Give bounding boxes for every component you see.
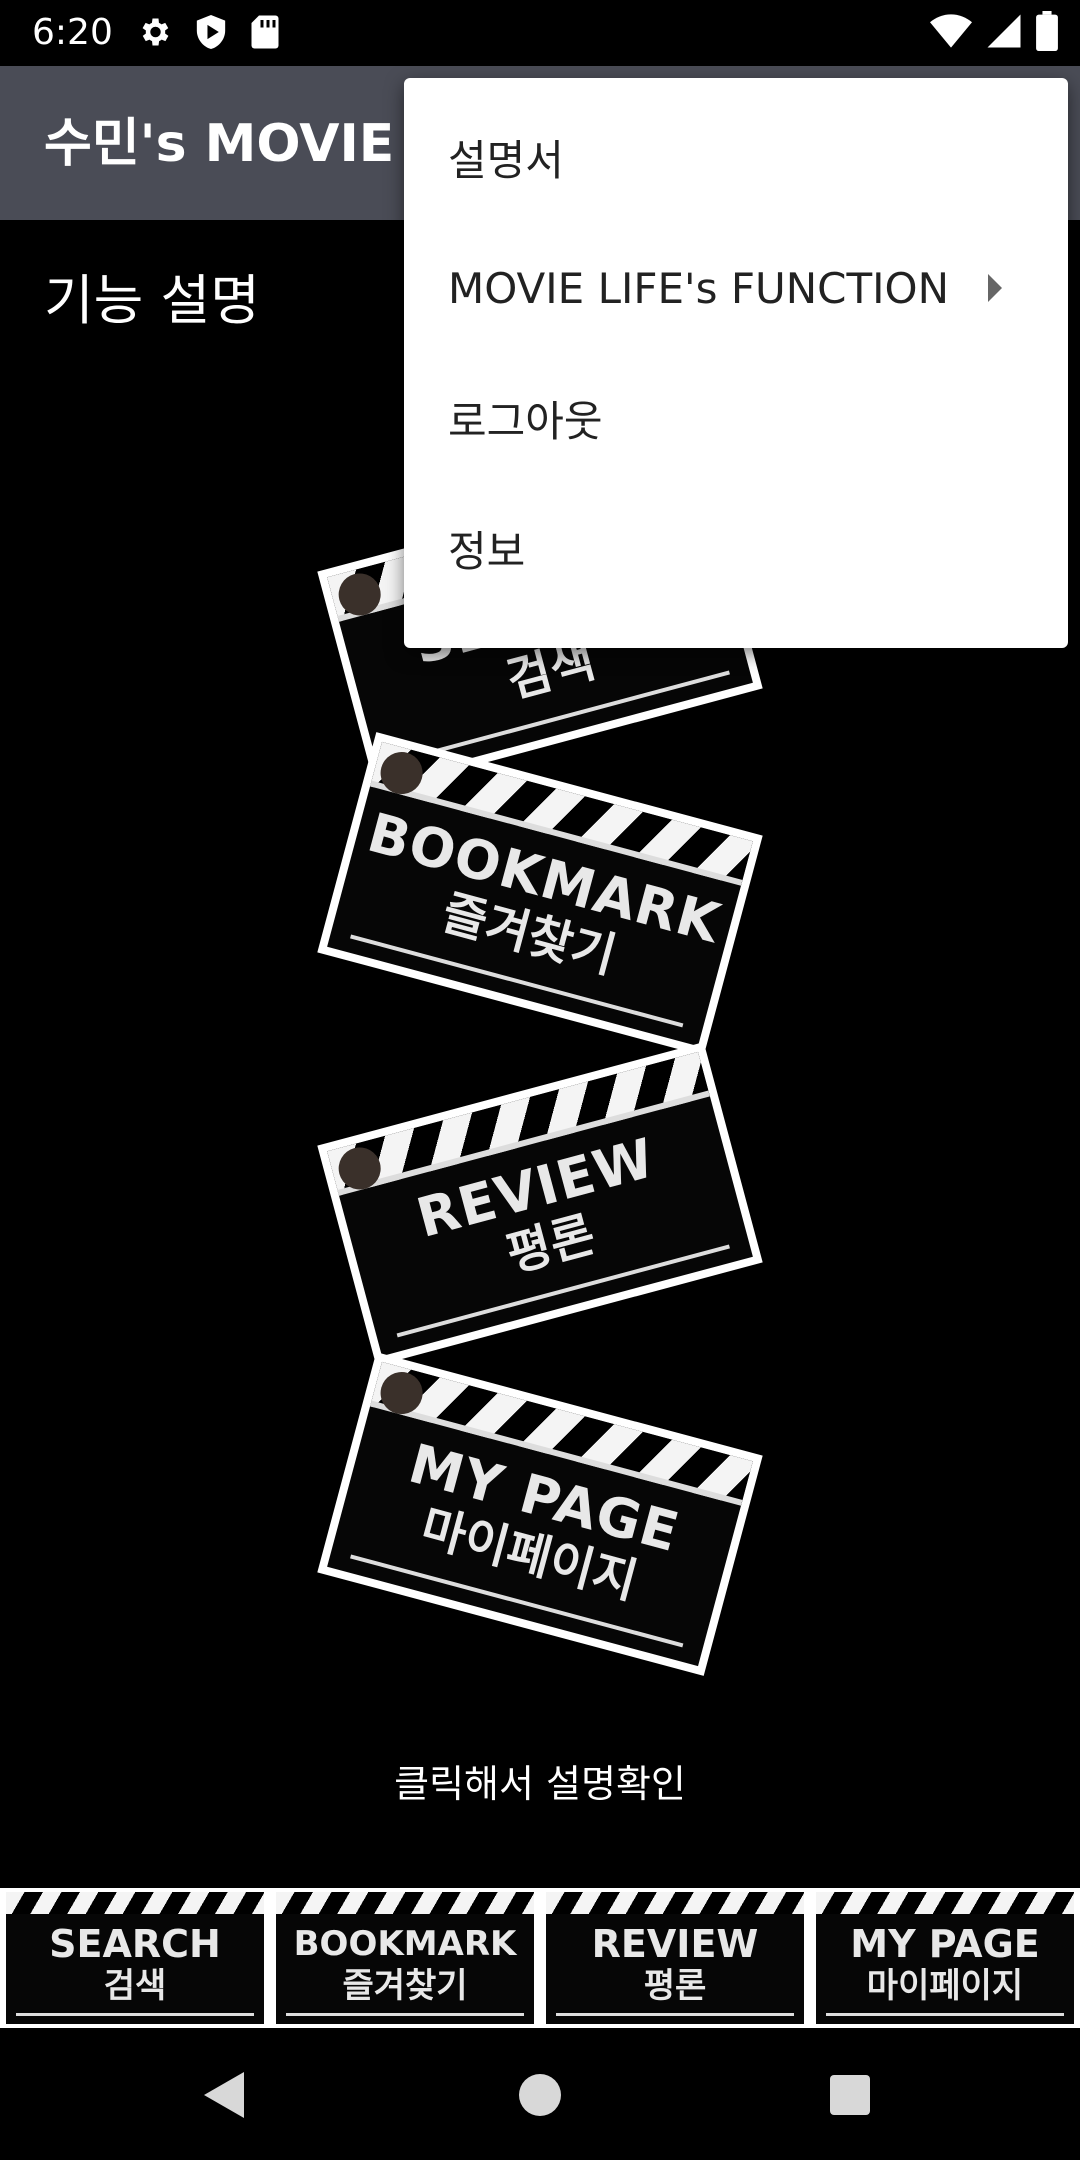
card-review[interactable]: REVIEW 평론: [317, 1042, 763, 1366]
home-icon[interactable]: [519, 2074, 561, 2116]
menu-item-label: 정보: [448, 526, 526, 576]
card-face: REVIEW 평론: [327, 1051, 753, 1357]
clapper-stripes: [546, 1892, 804, 1914]
gear-icon: [136, 14, 172, 54]
tab-underline: [16, 2013, 254, 2016]
shield-play-icon: [194, 13, 228, 55]
wifi-icon: [930, 14, 972, 52]
bottom-tab-strip: SEARCH 검색 BOOKMARK 즐겨찾기 REVIEW 평론 MY PAG…: [0, 1888, 1080, 2028]
card-face: MY PAGE 마이페이지: [327, 1361, 753, 1667]
clapper-stripes: [6, 1892, 264, 1914]
clapper-stripes: [816, 1892, 1074, 1914]
menu-item-logout[interactable]: 로그아웃: [404, 353, 1068, 483]
cellular-signal-icon: [986, 13, 1022, 53]
menu-item-label: MOVIE LIFE's FUNCTION: [448, 263, 949, 313]
submenu-arrow-icon: [988, 274, 1002, 302]
menu-item-manual[interactable]: 설명서: [404, 92, 1068, 222]
menu-item-label: 설명서: [448, 135, 564, 185]
card-bookmark[interactable]: BOOKMARK 즐겨찾기: [317, 732, 763, 1056]
back-icon[interactable]: [204, 2072, 244, 2122]
tab-label-ko: 즐겨찾기: [342, 1966, 468, 2006]
tab-face: BOOKMARK 즐겨찾기: [276, 1892, 534, 2024]
recents-icon[interactable]: [830, 2075, 870, 2115]
tab-bookmark[interactable]: BOOKMARK 즐겨찾기: [270, 1888, 540, 2028]
card-mypage[interactable]: MY PAGE 마이페이지: [317, 1352, 763, 1676]
instruction-caption: 클릭해서 설명확인: [394, 1762, 686, 1806]
card-face: BOOKMARK 즐겨찾기: [327, 741, 753, 1047]
status-icons-right: [930, 11, 1058, 55]
tab-search[interactable]: SEARCH 검색: [0, 1888, 270, 2028]
tab-label-en: MY PAGE: [850, 1922, 1040, 1966]
section-title: 기능 설명: [44, 269, 260, 332]
tab-mypage[interactable]: MY PAGE 마이페이지: [810, 1888, 1080, 2028]
status-time: 6:20: [32, 12, 113, 53]
tab-face: MY PAGE 마이페이지: [816, 1892, 1074, 2024]
sd-card-icon: [250, 14, 280, 54]
tab-underline: [826, 2013, 1064, 2016]
menu-item-function[interactable]: MOVIE LIFE's FUNCTION: [404, 223, 1068, 353]
tab-label-en: REVIEW: [591, 1922, 759, 1966]
battery-icon: [1036, 11, 1058, 55]
tab-label-ko: 평론: [643, 1966, 707, 2006]
menu-item-info[interactable]: 정보: [404, 483, 1068, 613]
menu-item-label: 로그아웃: [448, 396, 603, 446]
status-icons-left: [136, 14, 280, 54]
tab-review[interactable]: REVIEW 평론: [540, 1888, 810, 2028]
tab-label-ko: 검색: [103, 1966, 167, 2006]
overflow-menu: 설명서 MOVIE LIFE's FUNCTION 로그아웃 정보: [404, 78, 1068, 648]
tab-face: SEARCH 검색: [6, 1892, 264, 2024]
tab-label-en: SEARCH: [49, 1922, 221, 1966]
tab-underline: [556, 2013, 794, 2016]
status-bar: 6:20: [0, 0, 1080, 66]
clapper-stripes: [276, 1892, 534, 1914]
system-nav-bar: [0, 2028, 1080, 2160]
tab-label-en: BOOKMARK: [293, 1924, 517, 1964]
tab-face: REVIEW 평론: [546, 1892, 804, 2024]
tab-label-ko: 마이페이지: [866, 1966, 1024, 2006]
tab-underline: [286, 2013, 524, 2016]
